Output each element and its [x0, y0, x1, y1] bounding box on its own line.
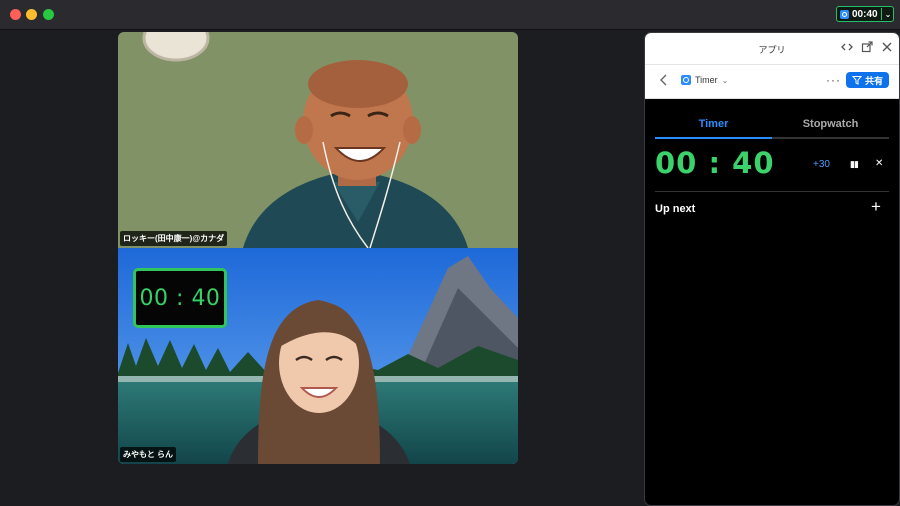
up-next-heading: Up next — [655, 203, 696, 215]
app-name: Timer — [695, 75, 718, 85]
more-options-icon[interactable]: ··· — [826, 73, 841, 87]
timer-overlay: 00 : 40 — [133, 268, 227, 328]
close-window-button[interactable] — [10, 9, 21, 20]
apps-panel: アプリ Timer ⌄ ··· 共有 Timer Stopwatch 00: … — [644, 32, 900, 506]
add-30-seconds-button[interactable]: +30 — [813, 159, 830, 170]
window-titlebar: 00:40 ⌄ — [0, 0, 900, 30]
pause-icon[interactable]: ▮▮ — [850, 159, 859, 170]
timer-app-icon — [681, 75, 691, 85]
minimize-window-button[interactable] — [26, 9, 37, 20]
share-button[interactable]: 共有 — [845, 72, 889, 88]
close-icon[interactable] — [881, 41, 893, 53]
video-tile-participant-2[interactable]: 00 : 40 みやもと らん — [118, 248, 518, 464]
timer-app-icon — [840, 9, 849, 19]
pop-out-icon[interactable] — [861, 41, 873, 53]
stop-timer-icon[interactable]: ✕ — [875, 158, 883, 169]
app-selector[interactable]: Timer ⌄ — [681, 75, 728, 85]
chevron-down-icon[interactable]: ⌄ — [885, 10, 892, 19]
pill-divider — [880, 8, 882, 20]
timer-countdown-display: 00 : 40 — [655, 146, 775, 180]
chevron-down-icon: ⌄ — [721, 75, 729, 85]
meeting-timer-value: 00:40 — [852, 8, 878, 20]
tab-stopwatch[interactable]: Stopwatch — [772, 117, 889, 137]
participant-name-tag: みやもと らん — [120, 447, 177, 462]
divider — [655, 191, 889, 192]
panel-nav-bar: Timer ⌄ ··· 共有 — [645, 65, 899, 99]
participant-1-video — [118, 32, 518, 248]
share-label: 共有 — [864, 75, 883, 86]
tab-timer[interactable]: Timer — [655, 117, 772, 139]
meeting-timer-pill[interactable]: 00:40 ⌄ — [836, 6, 894, 22]
add-timer-icon[interactable]: + — [871, 197, 881, 217]
back-arrow-icon[interactable] — [659, 74, 669, 89]
timer-tabs: Timer Stopwatch — [655, 117, 889, 139]
filter-share-icon — [851, 76, 862, 85]
video-tile-participant-1[interactable]: ロッキー(田中康一)@カナダ — [118, 32, 518, 248]
panel-header: アプリ — [645, 33, 899, 65]
code-icon[interactable] — [841, 41, 853, 53]
zoom-window-button[interactable] — [43, 9, 54, 20]
panel-header-actions — [841, 41, 893, 53]
participant-name-tag: ロッキー(田中康一)@カナダ — [120, 231, 228, 246]
